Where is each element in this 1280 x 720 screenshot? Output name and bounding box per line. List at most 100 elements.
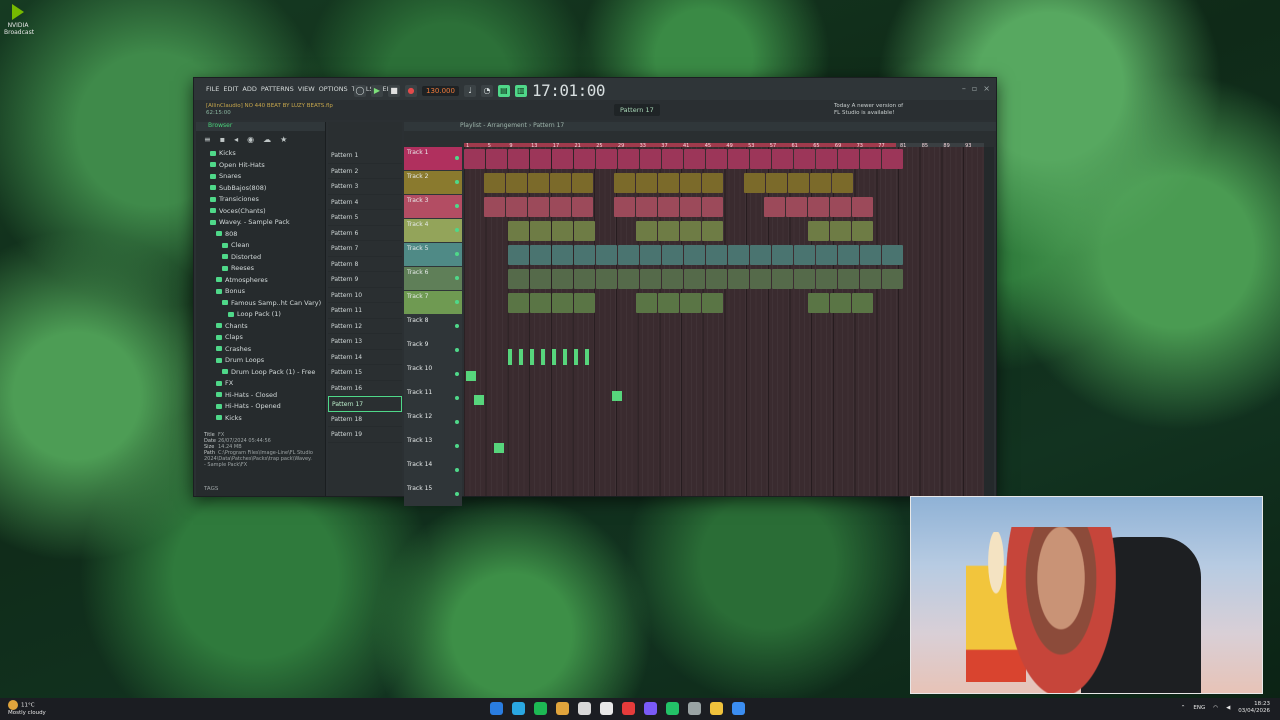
pattern-clip[interactable] bbox=[728, 149, 749, 169]
pattern-clip[interactable] bbox=[464, 149, 485, 169]
track-header[interactable]: Track 13 bbox=[404, 435, 462, 458]
pattern-clip[interactable] bbox=[640, 149, 661, 169]
pattern-clip[interactable] bbox=[882, 149, 903, 169]
pattern-clip[interactable] bbox=[508, 149, 529, 169]
pattern-clip[interactable] bbox=[508, 269, 529, 289]
browser-item[interactable]: Chants bbox=[204, 321, 325, 333]
pattern-item[interactable]: Pattern 12 bbox=[328, 319, 402, 334]
pattern-clip[interactable] bbox=[618, 245, 639, 265]
taskbar-app-icon[interactable] bbox=[490, 702, 503, 715]
menu-item[interactable]: FILE bbox=[206, 85, 219, 93]
automation-clip[interactable] bbox=[494, 443, 504, 453]
pattern-clip[interactable] bbox=[552, 221, 573, 241]
browser-item[interactable]: Wavey. - Sample Pack bbox=[204, 217, 325, 229]
browser-item[interactable]: Open Hit-Hats bbox=[204, 160, 325, 172]
pattern-clip[interactable] bbox=[684, 149, 705, 169]
pattern-clip[interactable] bbox=[636, 197, 657, 217]
pattern-clip[interactable] bbox=[788, 173, 809, 193]
taskbar-app-icon[interactable] bbox=[622, 702, 635, 715]
pattern-item[interactable]: Pattern 9 bbox=[328, 272, 402, 288]
pattern-clip[interactable] bbox=[662, 269, 683, 289]
chevron-up-icon[interactable]: ⌃ bbox=[1181, 705, 1186, 711]
pattern-clip[interactable] bbox=[830, 197, 851, 217]
pattern-clip[interactable] bbox=[684, 245, 705, 265]
browser-back-icon[interactable]: ◂ bbox=[234, 135, 238, 144]
pattern-clip[interactable] bbox=[552, 149, 573, 169]
taskbar-app-icon[interactable] bbox=[556, 702, 569, 715]
track-header[interactable]: Track 15 bbox=[404, 483, 462, 506]
maximize-icon[interactable]: ▫ bbox=[972, 84, 977, 93]
close-icon[interactable]: × bbox=[983, 84, 990, 93]
browser-item[interactable]: Hi-Hats - Opened bbox=[204, 401, 325, 413]
pattern-clip[interactable] bbox=[750, 245, 771, 265]
pattern-clip[interactable] bbox=[618, 149, 639, 169]
taskbar-app-icon[interactable] bbox=[578, 702, 591, 715]
pattern-clip[interactable] bbox=[772, 269, 793, 289]
pattern-clip[interactable] bbox=[508, 293, 529, 313]
pattern-clip[interactable] bbox=[658, 221, 679, 241]
pattern-clip[interactable] bbox=[572, 197, 593, 217]
track-mute-icon[interactable] bbox=[455, 228, 459, 232]
browser-doc-icon[interactable]: ▪ bbox=[220, 135, 225, 144]
track-header[interactable]: Track 10 bbox=[404, 363, 462, 386]
pattern-item[interactable]: Pattern 3 bbox=[328, 179, 402, 195]
pattern-clip[interactable] bbox=[702, 221, 723, 241]
pattern-clip[interactable] bbox=[808, 293, 829, 313]
pattern-clip[interactable] bbox=[530, 221, 551, 241]
taskbar-app-icon[interactable] bbox=[534, 702, 547, 715]
play-button[interactable]: ▶ bbox=[371, 84, 383, 97]
song-mode-icon[interactable]: ◯ bbox=[354, 84, 366, 97]
menu-item[interactable]: PATTERNS bbox=[261, 85, 294, 93]
menu-item[interactable]: ADD bbox=[242, 85, 256, 93]
pattern-clip[interactable] bbox=[658, 173, 679, 193]
menu-item[interactable]: OPTIONS bbox=[319, 85, 348, 93]
pattern-clip[interactable] bbox=[552, 245, 573, 265]
taskbar-app-icon[interactable] bbox=[644, 702, 657, 715]
pattern-item[interactable]: Pattern 19 bbox=[328, 427, 402, 443]
update-news[interactable]: Today A newer version of FL Studio is av… bbox=[834, 103, 903, 117]
pattern-clip[interactable] bbox=[530, 245, 551, 265]
track-header[interactable]: Track 5 bbox=[404, 243, 462, 266]
taskbar-app-icon[interactable] bbox=[666, 702, 679, 715]
track-header[interactable]: Track 2 bbox=[404, 171, 462, 194]
menu-item[interactable]: EDIT bbox=[223, 85, 238, 93]
taskbar-app-icon[interactable] bbox=[600, 702, 613, 715]
track-header[interactable]: Track 11 bbox=[404, 387, 462, 410]
track-header[interactable]: Track 8 bbox=[404, 315, 462, 338]
lang-indicator[interactable]: ENG bbox=[1193, 705, 1205, 711]
taskbar-app-icon[interactable] bbox=[688, 702, 701, 715]
audio-clip-marker[interactable] bbox=[563, 349, 567, 365]
track-header[interactable]: Track 6 bbox=[404, 267, 462, 290]
minimize-icon[interactable]: – bbox=[962, 84, 966, 93]
track-header[interactable]: Track 3 bbox=[404, 195, 462, 218]
pattern-item[interactable]: Pattern 6 bbox=[328, 226, 402, 241]
tempo-display[interactable]: 130.000 bbox=[422, 85, 459, 96]
track-mute-icon[interactable] bbox=[455, 420, 459, 424]
pattern-clip[interactable] bbox=[832, 173, 853, 193]
automation-clip[interactable] bbox=[612, 391, 622, 401]
pattern-clip[interactable] bbox=[572, 173, 593, 193]
taskbar-app-icon[interactable] bbox=[732, 702, 745, 715]
pattern-clip[interactable] bbox=[530, 293, 551, 313]
record-button[interactable]: ● bbox=[405, 84, 417, 97]
pattern-clip[interactable] bbox=[794, 149, 815, 169]
browser-item[interactable]: FX bbox=[204, 378, 325, 390]
pattern-clip[interactable] bbox=[860, 245, 881, 265]
pattern-clip[interactable] bbox=[838, 149, 859, 169]
pattern-clip[interactable] bbox=[658, 197, 679, 217]
browser-item[interactable]: Transiciones bbox=[204, 194, 325, 206]
audio-clip-marker[interactable] bbox=[574, 349, 578, 365]
pattern-clip[interactable] bbox=[706, 245, 727, 265]
pattern-clip[interactable] bbox=[808, 221, 829, 241]
pattern-clip[interactable] bbox=[618, 269, 639, 289]
pattern-clip[interactable] bbox=[574, 221, 595, 241]
pattern-clip[interactable] bbox=[552, 269, 573, 289]
pattern-clip[interactable] bbox=[574, 293, 595, 313]
pattern-clip[interactable] bbox=[484, 173, 505, 193]
audio-clip-marker[interactable] bbox=[552, 349, 556, 365]
taskbar-app-icon[interactable] bbox=[710, 702, 723, 715]
pattern-clip[interactable] bbox=[750, 149, 771, 169]
browser-item[interactable]: Kicks bbox=[204, 413, 325, 425]
pattern-clip[interactable] bbox=[636, 173, 657, 193]
pattern-clip[interactable] bbox=[636, 221, 657, 241]
